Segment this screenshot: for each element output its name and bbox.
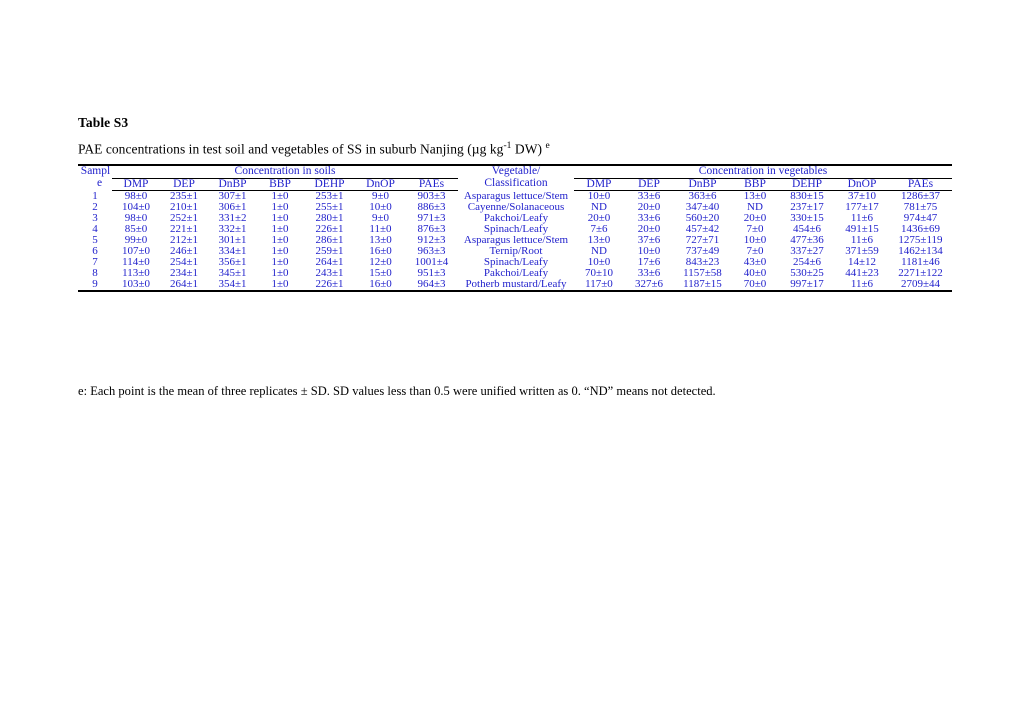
header-veg-dnop: DnOP xyxy=(847,177,877,190)
header-soil-dep: DEP xyxy=(173,177,195,190)
table-caption: PAE concentrations in test soil and vege… xyxy=(78,141,958,158)
cell-veg-bbp: 70±0 xyxy=(743,278,767,290)
header-soil-dmp: DMP xyxy=(123,177,149,190)
caption-footnote-marker: e xyxy=(545,141,550,151)
header-sample-line1: Sampl xyxy=(80,165,111,177)
table-bottom-rule xyxy=(78,289,952,292)
cell-veg-paes: 2709±44 xyxy=(900,278,941,290)
cell-vegetable-classification: Potherb mustard/Leafy xyxy=(465,278,567,290)
cell-soil-paes: 964±3 xyxy=(417,278,446,290)
header-veg-dehp: DEHP xyxy=(791,177,823,190)
table-label: Table S3 xyxy=(78,115,129,130)
caption-tail-text: DW) xyxy=(511,141,546,157)
table-body: Sampl Concentration in soils Vegetable/Con… xyxy=(78,164,952,292)
cell-veg-dehp: 997±17 xyxy=(790,278,824,290)
cell-veg-dnbp: 1187±15 xyxy=(683,278,722,290)
header-soil-dnbp: DnBP xyxy=(218,177,247,190)
header-veg-paes: PAEs xyxy=(907,177,934,190)
header-soil-dnop: DnOP xyxy=(366,177,395,190)
cell-veg-dep: 327±6 xyxy=(634,278,664,290)
cell-soil-dnbp: 354±1 xyxy=(218,278,247,290)
cell-soil-dnop: 16±0 xyxy=(369,278,392,290)
table-row: 9 103±0 264±1 354±1 1±0 226±1 16±0 964±3 Potherb… xyxy=(78,279,952,290)
cell-soil-bbp: 1±0 xyxy=(271,278,289,290)
header-soil-dehp: DEHP xyxy=(314,177,345,190)
header-vegetable-line1: Vegetable/ xyxy=(491,165,541,177)
header-veg-dmp: DMP xyxy=(586,177,612,190)
header-group-soils: Concentration in soils xyxy=(234,165,336,177)
table-footnote: e: Each point is the mean of three repli… xyxy=(78,384,716,398)
header-veg-bbp: BBP xyxy=(744,177,766,190)
cell-veg-dmp: 117±0 xyxy=(585,278,613,290)
header-soil-paes: PAEs xyxy=(418,177,445,190)
cell-soil-dmp: 103±0 xyxy=(121,278,151,290)
header-sample-line2: e xyxy=(96,177,103,190)
header-soil-bbp: BBP xyxy=(269,177,291,190)
cell-veg-dnop: 11±6 xyxy=(850,278,874,290)
caption-main-text: PAE concentrations in test soil and vege… xyxy=(78,141,504,157)
table-container: Sampl Concentration in soils Vegetable/Con… xyxy=(78,164,952,292)
cell-soil-dehp: 226±1 xyxy=(315,278,344,290)
header-group-vegetables: Concentration in vegetables xyxy=(698,165,828,177)
header-veg-dnbp: DnBP xyxy=(688,177,717,190)
header-vegetable-line2: Classification xyxy=(484,177,548,190)
pae-concentration-table: Sampl Concentration in soils Vegetable/Con… xyxy=(78,164,952,292)
document-page: Table S3 PAE concentrations in test soil… xyxy=(0,0,1020,720)
cell-sample: 9 xyxy=(92,278,98,290)
cell-soil-dep: 264±1 xyxy=(169,278,199,290)
header-veg-dep: DEP xyxy=(638,177,660,190)
